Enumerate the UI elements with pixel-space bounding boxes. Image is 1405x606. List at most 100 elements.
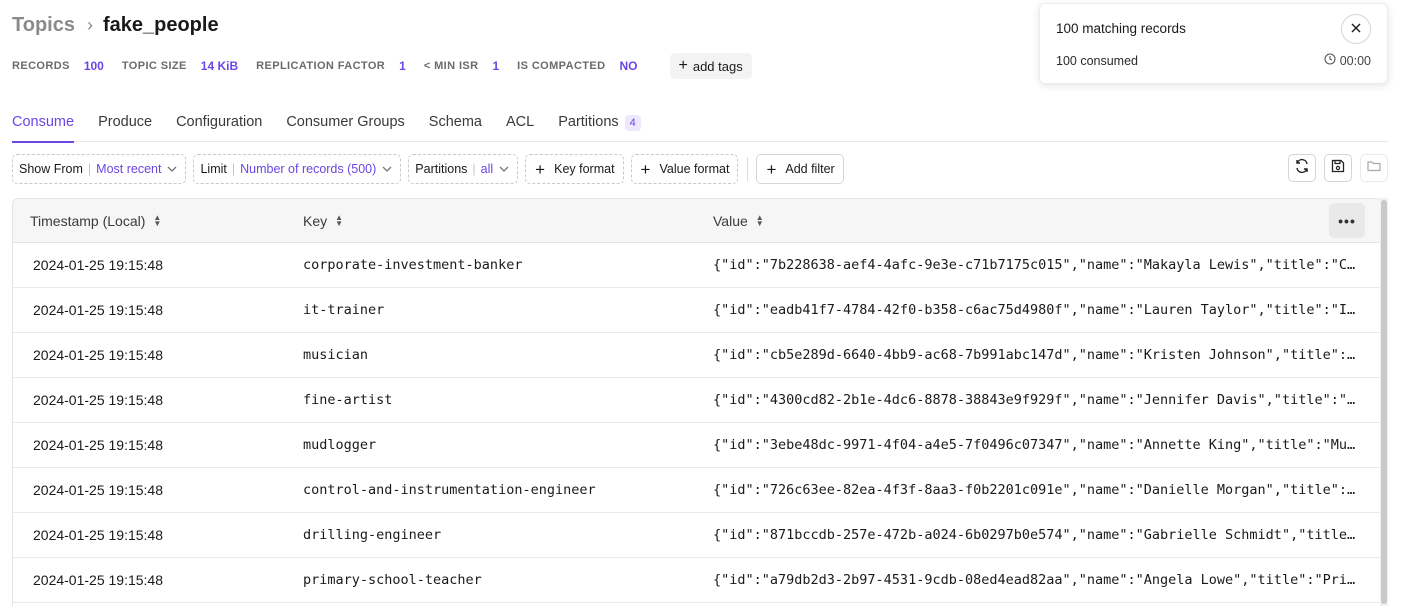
tab-label: ACL <box>506 114 535 130</box>
open-folder-button[interactable] <box>1360 154 1388 182</box>
key-cell: drilling-engineer <box>303 527 442 543</box>
tab-label: Consume <box>12 114 75 130</box>
table-row[interactable]: 2024-01-25 19:15:48 fine-artist {"id":"4… <box>13 378 1381 423</box>
timestamp-cell: 2024-01-25 19:15:48 <box>33 527 163 543</box>
toolbar-divider <box>747 157 749 181</box>
add-filter-button[interactable]: + Add filter <box>756 154 844 184</box>
stat-value-replication-factor: 1 <box>399 59 406 73</box>
table-row[interactable]: 2024-01-25 19:15:48 drilling-engineer {"… <box>13 513 1381 558</box>
table-header: Timestamp (Local) ▲ ▼ Key ▲ ▼ Value ▲ ▼ ••• <box>13 199 1381 243</box>
chevron-down-icon <box>382 164 392 175</box>
show-from-dropdown[interactable]: Show From | Most recent <box>12 154 187 184</box>
plus-icon: + <box>535 159 546 179</box>
tab-label: Configuration <box>176 114 263 130</box>
stat-label-records: RECORDS <box>12 60 70 72</box>
limit-dropdown[interactable]: Limit | Number of records (500) <box>193 154 402 184</box>
value-cell: {"id":"eadb41f7-4784-42f0-b358-c6ac75d49… <box>713 288 1361 332</box>
tab-label: Partitions <box>558 114 619 130</box>
timestamp-cell: 2024-01-25 19:15:48 <box>33 347 163 363</box>
consume-toolbar: Show From | Most recent Limit | Number o… <box>12 154 1388 184</box>
refresh-button[interactable] <box>1288 154 1316 182</box>
value-text: {"id":"a79db2d3-2b97-4531-9cdb-08ed4ead8… <box>713 572 1361 588</box>
value-text: {"id":"cb5e289d-6640-4bb9-ac68-7b991abc1… <box>713 347 1361 363</box>
chevron-down-icon <box>167 164 177 175</box>
table-row[interactable]: 2024-01-25 19:15:48 control-and-instrume… <box>13 468 1381 513</box>
notification-consumed: 100 consumed <box>1056 54 1139 68</box>
column-header-value[interactable]: Value ▲ ▼ <box>713 213 764 229</box>
clock-icon <box>1324 53 1336 68</box>
table-row[interactable]: 2024-01-25 19:15:48 primary-school-teach… <box>13 558 1381 603</box>
save-button[interactable] <box>1324 154 1352 182</box>
refresh-icon <box>1294 158 1310 179</box>
tab-schema[interactable]: Schema <box>429 106 482 142</box>
partitions-count-badge: 4 <box>624 115 641 131</box>
column-header-label: Key <box>303 212 328 229</box>
timestamp-cell: 2024-01-25 19:15:48 <box>33 437 163 453</box>
value-cell: {"id":"7b228638-aef4-4afc-9e3e-c71b7175c… <box>713 243 1361 287</box>
value-cell: {"id":"cb5e289d-6640-4bb9-ac68-7b991abc1… <box>713 333 1361 377</box>
table-row[interactable]: 2024-01-25 19:15:48 corporate-investment… <box>13 243 1381 288</box>
partitions-dropdown[interactable]: Partitions | all <box>408 154 519 184</box>
tab-acl[interactable]: ACL <box>506 106 534 142</box>
tab-consume[interactable]: Consume <box>12 106 75 143</box>
key-cell: control-and-instrumentation-engineer <box>303 482 596 498</box>
stat-label-topic-size: TOPIC SIZE <box>121 60 187 72</box>
key-cell: fine-artist <box>303 392 393 408</box>
tab-produce[interactable]: Produce <box>98 106 152 142</box>
tab-configuration[interactable]: Configuration <box>176 106 262 142</box>
key-cell: it-trainer <box>303 302 385 318</box>
plus-icon: + <box>678 57 688 74</box>
table-row[interactable]: 2024-01-25 19:15:48 it-trainer {"id":"ea… <box>13 288 1381 333</box>
save-icon <box>1330 158 1346 179</box>
elapsed-time: 00:00 <box>1339 53 1371 68</box>
stat-label-replication-factor: REPLICATION FACTOR <box>256 60 386 72</box>
notification-title: 100 matching records <box>1056 21 1186 36</box>
breadcrumb: Topics › fake_people <box>12 10 219 40</box>
table-scrollbar-thumb[interactable] <box>1381 200 1387 604</box>
tab-consumer-groups[interactable]: Consumer Groups <box>286 106 404 142</box>
tab-partitions[interactable]: Partitions 4 <box>558 106 641 142</box>
divider: | <box>87 162 92 176</box>
column-settings-button[interactable]: ••• <box>1329 203 1365 238</box>
value-text: {"id":"726c63ee-82ea-4f3f-8aa3-f0b2201c0… <box>713 482 1361 498</box>
show-from-value: Most recent <box>96 162 162 176</box>
key-format-button[interactable]: + Key format <box>525 154 624 184</box>
value-cell: {"id":"726c63ee-82ea-4f3f-8aa3-f0b2201c0… <box>713 468 1361 512</box>
timestamp-cell: 2024-01-25 19:15:48 <box>33 572 163 588</box>
value-cell: {"id":"871bccdb-257e-472b-a024-6b0297b0e… <box>713 513 1361 557</box>
chevron-right-icon: › <box>86 14 93 35</box>
key-cell: mudlogger <box>303 437 377 453</box>
column-header-timestamp[interactable]: Timestamp (Local) ▲ ▼ <box>30 213 161 229</box>
close-notification-button[interactable] <box>1341 14 1371 44</box>
notification-elapsed: 00:00 <box>1324 53 1371 68</box>
stat-value-min-isr: 1 <box>492 59 500 73</box>
value-cell: {"id":"4300cd82-2b1e-4dc6-8878-38843e9f9… <box>713 378 1361 422</box>
column-header-key[interactable]: Key ▲ ▼ <box>303 213 343 229</box>
key-cell: corporate-investment-banker <box>303 257 523 273</box>
stat-value-is-compacted: NO <box>619 59 638 73</box>
table-row[interactable]: 2024-01-25 19:15:48 musician {"id":"cb5e… <box>13 333 1381 378</box>
stat-label-min-isr: < MIN ISR <box>423 60 479 72</box>
value-format-button[interactable]: + Value format <box>630 154 739 184</box>
limit-value: Number of records (500) <box>240 162 377 176</box>
tab-label: Consumer Groups <box>286 114 405 130</box>
table-row[interactable]: 2024-01-25 19:15:48 mudlogger {"id":"3eb… <box>13 423 1381 468</box>
timestamp-cell: 2024-01-25 19:15:48 <box>33 302 163 318</box>
close-icon <box>1351 20 1361 38</box>
value-cell: {"id":"a79db2d3-2b97-4531-9cdb-08ed4ead8… <box>713 558 1361 602</box>
value-format-label: Value format <box>659 162 730 176</box>
partitions-value: all <box>480 162 494 176</box>
stat-label-is-compacted: IS COMPACTED <box>517 60 606 72</box>
add-tags-button[interactable]: + add tags <box>669 53 752 79</box>
toolbar-actions <box>1288 154 1388 182</box>
value-text: {"id":"871bccdb-257e-472b-a024-6b0297b0e… <box>713 527 1361 543</box>
column-header-label: Timestamp (Local) <box>30 212 146 229</box>
more-icon: ••• <box>1338 212 1356 229</box>
partitions-label: Partitions <box>415 162 468 176</box>
breadcrumb-topics-link[interactable]: Topics <box>12 14 75 37</box>
divider: | <box>231 162 236 176</box>
messages-table: Timestamp (Local) ▲ ▼ Key ▲ ▼ Value ▲ ▼ •••… <box>12 198 1382 606</box>
value-text: {"id":"eadb41f7-4784-42f0-b358-c6ac75d49… <box>713 302 1361 318</box>
value-text: {"id":"3ebe48dc-9971-4f04-a4e5-7f0496c07… <box>713 437 1361 453</box>
limit-label: Limit <box>200 162 227 176</box>
